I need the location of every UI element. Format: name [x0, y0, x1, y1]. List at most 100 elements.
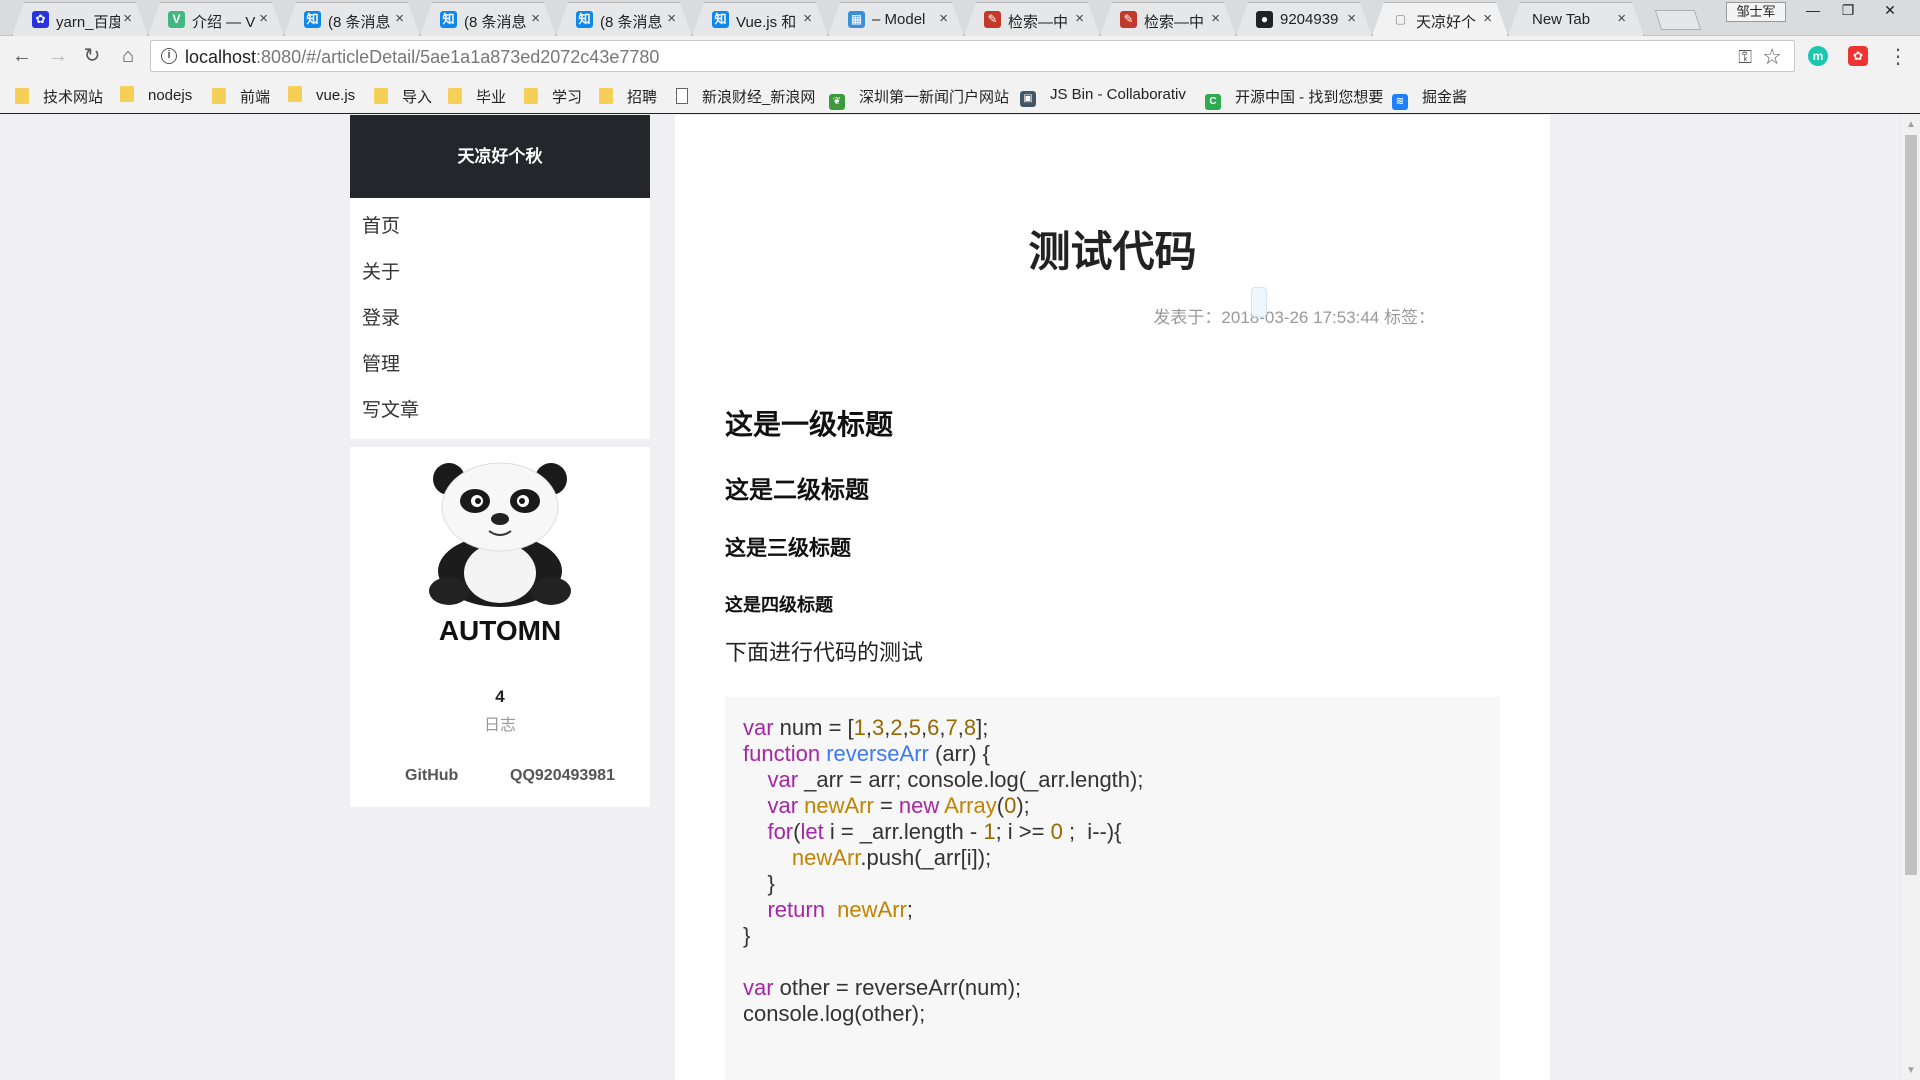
- nav-item-login[interactable]: 登录: [350, 296, 650, 342]
- oschina-icon: C: [1205, 94, 1221, 110]
- tab-close-icon[interactable]: ×: [123, 10, 132, 27]
- bookmark-label: 新浪财经_新浪网: [702, 89, 816, 106]
- browser-tab[interactable]: 知 (8 条消息 ×: [556, 2, 692, 36]
- bookmark-item[interactable]: ❦ 深圳第一新闻门户网站: [829, 86, 1009, 110]
- tab-close-icon[interactable]: ×: [1075, 10, 1084, 27]
- browser-tab[interactable]: 知 (8 条消息 ×: [284, 2, 420, 36]
- tag-chip[interactable]: [1251, 287, 1267, 317]
- bookmark-item[interactable]: C 开源中国 - 找到您想要: [1205, 86, 1384, 110]
- browser-tab[interactable]: 知 (8 条消息 ×: [420, 2, 556, 36]
- minimize-icon[interactable]: —: [1795, 0, 1831, 22]
- tab-title: 介绍 — V: [192, 14, 256, 31]
- browser-tab[interactable]: ▢ 天凉好个 ×: [1372, 2, 1508, 36]
- tab-close-icon[interactable]: ×: [395, 10, 404, 27]
- tab-close-icon[interactable]: ×: [1211, 10, 1220, 27]
- nav-item-write[interactable]: 写文章: [350, 388, 650, 434]
- scroll-down-icon[interactable]: ▼: [1905, 1065, 1917, 1076]
- url-path: :8080/#/articleDetail/5ae1a1a873ed2072c4…: [256, 47, 660, 67]
- extension-m-icon[interactable]: m: [1808, 46, 1828, 66]
- nav-item-home[interactable]: 首页: [350, 204, 650, 250]
- article-title: 测试代码: [1028, 228, 1197, 275]
- browser-tab[interactable]: 知 Vue.js 和 ×: [692, 2, 828, 36]
- browser-toolbar: ← → ↻ ⌂ i localhost:8080/#/articleDetail…: [0, 36, 1920, 76]
- tab-close-icon[interactable]: ×: [667, 10, 676, 27]
- tab-close-icon[interactable]: ×: [1617, 10, 1626, 27]
- nav-menu: 首页 关于 登录 管理 写文章: [350, 198, 650, 439]
- new-tab-button[interactable]: [1654, 10, 1702, 30]
- extension-red-icon[interactable]: ✿: [1848, 46, 1868, 66]
- tab-close-icon[interactable]: ×: [1347, 10, 1356, 27]
- heading-level-3: 这是三级标题: [725, 537, 851, 560]
- bookmark-item[interactable]: ▣ JS Bin - Collaborativ: [1020, 86, 1186, 107]
- tab-close-icon[interactable]: ×: [803, 10, 812, 27]
- tab-title: Vue.js 和: [736, 14, 797, 31]
- browser-tab[interactable]: ✎ 检索—中 ×: [964, 2, 1100, 36]
- post-count[interactable]: 4: [350, 687, 650, 707]
- qq-link[interactable]: QQ920493981: [510, 767, 615, 785]
- scroll-up-icon[interactable]: ▲: [1905, 119, 1917, 130]
- bookmark-item[interactable]: 招聘: [599, 86, 657, 106]
- tab-close-icon[interactable]: ×: [531, 10, 540, 27]
- home-icon[interactable]: ⌂: [114, 44, 142, 68]
- bookmark-item[interactable]: 毕业: [448, 86, 506, 106]
- browser-tab[interactable]: ✎ 检索—中 ×: [1100, 2, 1236, 36]
- bookmark-item[interactable]: 导入: [374, 86, 432, 106]
- article-paragraph: 下面进行代码的测试: [725, 640, 924, 665]
- bookmark-item[interactable]: 新浪财经_新浪网: [676, 86, 815, 106]
- bookmark-star-icon[interactable]: ☆: [1762, 44, 1782, 70]
- back-arrow-icon[interactable]: ←: [8, 44, 36, 68]
- site-brand[interactable]: 天凉好个秋: [350, 115, 650, 198]
- panda-avatar: [429, 462, 571, 607]
- page-scrollbar[interactable]: ▲ ▼: [1900, 115, 1920, 1080]
- bookmark-item[interactable]: 学习: [524, 86, 582, 106]
- code-line: newArr.push(_arr[i]);: [791, 845, 992, 870]
- browser-tab[interactable]: ▦ – Model ×: [828, 2, 964, 36]
- heading-level-1: 这是一级标题: [725, 409, 894, 440]
- heading-level-4: 这是四级标题: [725, 595, 833, 615]
- bookmark-item[interactable]: 技术网站: [15, 86, 103, 106]
- tab-title: (8 条消息: [600, 14, 663, 31]
- nav-item-about[interactable]: 关于: [350, 250, 650, 296]
- bookmark-label: 开源中国 - 找到您想要: [1235, 89, 1384, 106]
- bookmark-item[interactable]: nodejs: [120, 86, 192, 106]
- code-line: var newArr = new Array(0);: [767, 793, 1030, 818]
- bookmark-label: JS Bin - Collaborativ: [1050, 86, 1186, 103]
- tab-title: (8 条消息: [464, 14, 527, 31]
- tab-close-icon[interactable]: ×: [939, 10, 948, 27]
- zhihu-icon: 知: [576, 11, 593, 28]
- forward-arrow-icon[interactable]: →: [44, 44, 72, 68]
- page-icon: [676, 88, 688, 104]
- restore-icon[interactable]: ❐: [1830, 0, 1866, 22]
- vue-icon: V: [168, 11, 185, 28]
- folder-icon: [212, 88, 226, 104]
- article-panel: 测试代码 发表于：2018-03-26 17:53:44 标签： 这是一级标题 …: [675, 115, 1550, 1080]
- browser-tab[interactable]: New Tab ×: [1508, 2, 1644, 36]
- key-icon[interactable]: ⚿: [1738, 47, 1752, 68]
- tab-title: 9204939: [1280, 11, 1339, 28]
- zhihu-icon: 知: [712, 11, 729, 28]
- browser-tab[interactable]: ✿ yarn_百度 ×: [12, 2, 148, 36]
- menu-dots-icon[interactable]: ⋮: [1888, 44, 1908, 69]
- bookmark-item[interactable]: vue.js: [288, 86, 355, 106]
- nav-item-admin[interactable]: 管理: [350, 342, 650, 388]
- zhihu-icon: 知: [440, 11, 457, 28]
- folder-icon: [288, 86, 302, 102]
- address-bar[interactable]: i localhost:8080/#/articleDetail/5ae1a1a…: [150, 40, 1795, 72]
- browser-tab[interactable]: ● 9204939 ×: [1236, 2, 1372, 36]
- close-window-icon[interactable]: ✕: [1872, 0, 1908, 22]
- profile-badge[interactable]: 邹士军: [1726, 2, 1786, 22]
- tab-close-icon[interactable]: ×: [1483, 10, 1492, 27]
- bookmark-item[interactable]: ≋ 掘金酱: [1392, 86, 1467, 110]
- tab-close-icon[interactable]: ×: [259, 10, 268, 27]
- github-link[interactable]: GitHub: [405, 767, 458, 785]
- scrollbar-thumb[interactable]: [1905, 135, 1917, 875]
- leaf-icon: ❦: [829, 94, 845, 110]
- browser-tab[interactable]: V 介绍 — V ×: [148, 2, 284, 36]
- info-icon[interactable]: i: [161, 48, 177, 64]
- url-text[interactable]: localhost:8080/#/articleDetail/5ae1a1a87…: [185, 47, 659, 68]
- post-count-label: 日志: [483, 717, 516, 734]
- bookmark-label: 招聘: [627, 89, 658, 106]
- bookmark-item[interactable]: 前端: [212, 86, 270, 106]
- reload-icon[interactable]: ↻: [78, 44, 106, 68]
